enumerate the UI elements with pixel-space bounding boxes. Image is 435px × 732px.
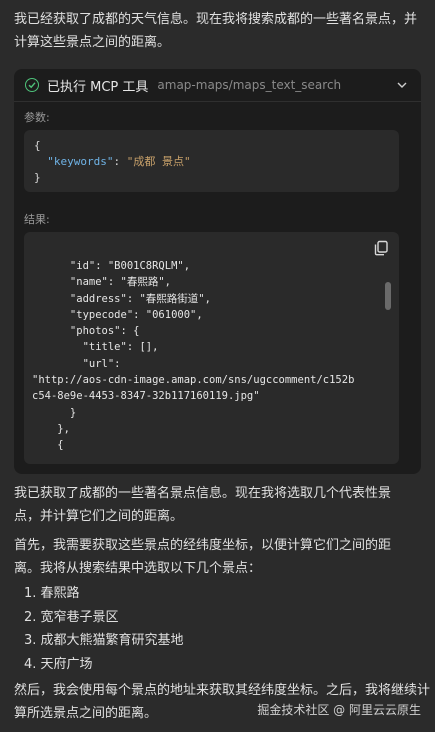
result-line: c54-8e9e-4453-8347-32b117160119.jpg": [32, 390, 260, 403]
params-line: "keywords": "成都 景点": [47, 155, 191, 168]
result-line: "id": "B001C8RQLM",: [32, 260, 191, 272]
watermark: 掘金技术社区 @ 阿里云云原生: [257, 701, 421, 718]
tool-card-title: 已执行 MCP 工具: [47, 79, 149, 95]
tool-card-header[interactable]: 已执行 MCP 工具 amap-maps/maps_text_search: [14, 69, 421, 102]
result-code-block[interactable]: "id": "B001C8RQLM", "name": "春熙路", "addr…: [24, 232, 399, 464]
params-line: {: [34, 139, 41, 152]
scrollbar-thumb[interactable]: [385, 282, 391, 310]
result-line: "http://aos-cdn-image.amap.com/sns/ugcco…: [32, 374, 355, 387]
result-line: }: [32, 406, 77, 419]
result-label: 结果:: [24, 213, 50, 226]
result-line: {: [32, 439, 64, 452]
params-line: }: [34, 171, 41, 184]
params-code-block: { "keywords": "成都 景点" }: [24, 130, 399, 192]
response-paragraph: 我已获取了成都的一些著名景点信息。现在我将选取几个代表性景点，并计算它们之间的距…: [14, 486, 392, 524]
result-line: },: [32, 422, 70, 435]
result-line: "title": [],: [32, 341, 159, 354]
mcp-tool-card: 已执行 MCP 工具 amap-maps/maps_text_search 参数…: [14, 69, 421, 474]
list-item: 2. 宽窄巷子景区: [24, 609, 119, 625]
list-item: 3. 成都大熊猫繁育研究基地: [24, 633, 184, 648]
list-item: 4. 天府广场: [24, 656, 93, 672]
result-line: "typecode": "061000",: [32, 308, 203, 321]
intro-paragraph: 我已经获取了成都的天气信息。现在我将搜索成都的一些著名景点，并计算这些景点之间的…: [14, 12, 418, 50]
attractions-list: 1. 春熙路 2. 宽窄巷子景区 3. 成都大熊猫繁育研究基地 4. 天府广场: [24, 582, 184, 676]
result-line: "name": "春熙路",: [32, 276, 171, 289]
params-label: 参数:: [24, 111, 50, 124]
result-line: "address": "春熙路街道",: [32, 292, 211, 305]
copy-icon[interactable]: [373, 240, 389, 256]
result-scrollbar[interactable]: [385, 272, 391, 457]
list-item: 1. 春熙路: [24, 586, 80, 601]
response-paragraph: 首先，我需要获取这些景点的经纬度坐标，以便计算它们之间的距离。我将从搜索结果中选…: [14, 538, 392, 576]
chevron-down-icon[interactable]: [395, 78, 409, 92]
result-line: "url":: [32, 357, 121, 370]
result-line: "photos": {: [32, 325, 140, 338]
check-circle-icon: [25, 78, 39, 92]
tool-name: amap-maps/maps_text_search: [157, 78, 342, 92]
